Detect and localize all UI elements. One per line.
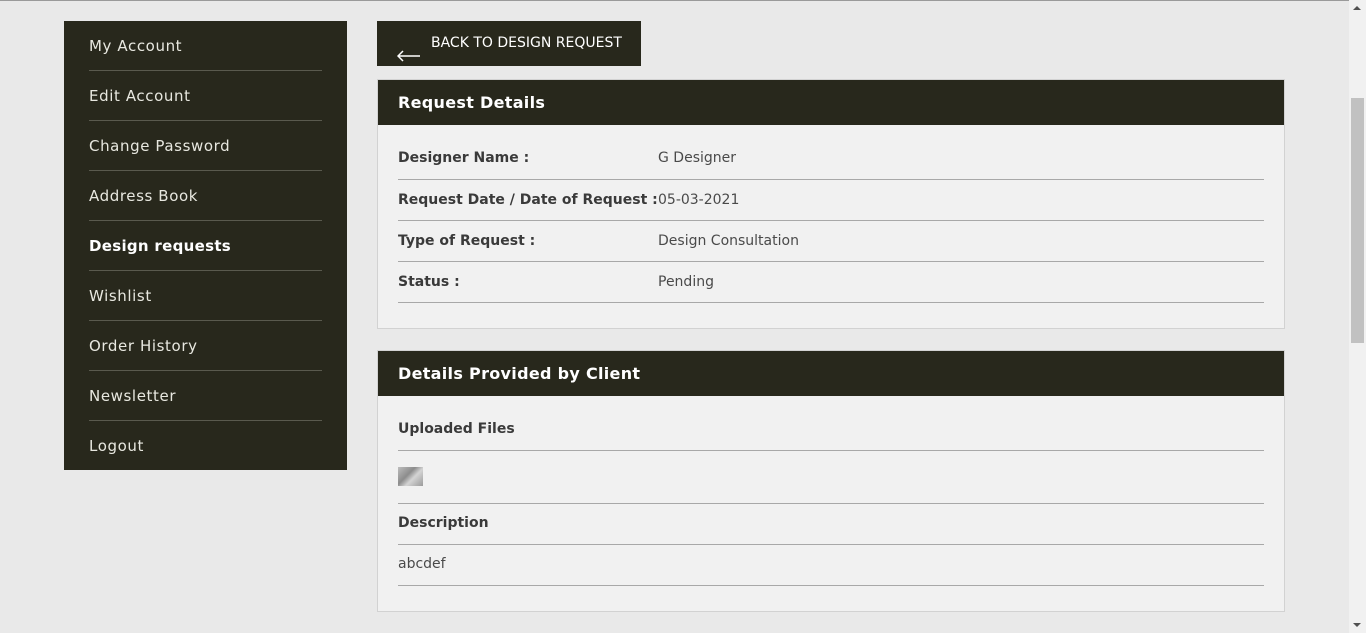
description-label: Description (398, 515, 489, 531)
scroll-thumb[interactable] (1351, 98, 1364, 343)
sidebar-item-design-requests[interactable]: Design requests (89, 221, 322, 271)
request-details-panel: Request Details Designer Name : G Design… (377, 79, 1285, 329)
request-type-label: Type of Request : (398, 233, 536, 249)
detail-row-designer: Designer Name : G Designer (398, 138, 1264, 180)
arrow-left-icon (396, 36, 421, 62)
designer-name-value: G Designer (658, 150, 737, 166)
scroll-down-icon[interactable] (1353, 623, 1361, 627)
back-button-label: BACK TO DESIGN REQUEST (431, 35, 622, 51)
request-date-label: Request Date / Date of Request : (398, 192, 658, 208)
sidebar-item-newsletter[interactable]: Newsletter (89, 371, 322, 421)
status-label: Status : (398, 274, 460, 290)
uploaded-files-row: Uploaded Files (398, 409, 1264, 451)
request-date-value: 05-03-2021 (658, 192, 740, 208)
sidebar-item-edit-account[interactable]: Edit Account (89, 71, 322, 121)
request-details-title: Request Details (378, 80, 1284, 125)
description-value-row: abcdef (398, 544, 1264, 586)
description-value: abcdef (398, 556, 446, 572)
detail-row-request-type: Type of Request : Design Consultation (398, 220, 1264, 262)
sidebar-item-address-book[interactable]: Address Book (89, 171, 322, 221)
window-top-border (0, 0, 1366, 1)
sidebar-item-order-history[interactable]: Order History (89, 321, 322, 371)
client-details-title: Details Provided by Client (378, 351, 1284, 396)
detail-row-request-date: Request Date / Date of Request : 05-03-2… (398, 179, 1264, 221)
page-scrollbar[interactable] (1349, 0, 1366, 633)
detail-row-status: Status : Pending (398, 261, 1264, 303)
sidebar-item-wishlist[interactable]: Wishlist (89, 271, 322, 321)
status-value: Pending (658, 274, 714, 290)
scroll-up-icon[interactable] (1353, 6, 1361, 10)
designer-name-label: Designer Name : (398, 150, 530, 166)
request-type-value: Design Consultation (658, 233, 799, 249)
uploaded-files-list (398, 450, 1264, 504)
sidebar-item-change-password[interactable]: Change Password (89, 121, 322, 171)
back-to-design-request-button[interactable]: BACK TO DESIGN REQUEST (377, 21, 641, 66)
client-details-panel: Details Provided by Client Uploaded File… (377, 350, 1285, 612)
account-sidebar: My Account Edit Account Change Password … (64, 21, 347, 470)
uploaded-files-label: Uploaded Files (398, 421, 515, 437)
sidebar-item-logout[interactable]: Logout (89, 421, 322, 471)
description-row: Description (398, 503, 1264, 545)
sidebar-item-my-account[interactable]: My Account (89, 21, 322, 71)
